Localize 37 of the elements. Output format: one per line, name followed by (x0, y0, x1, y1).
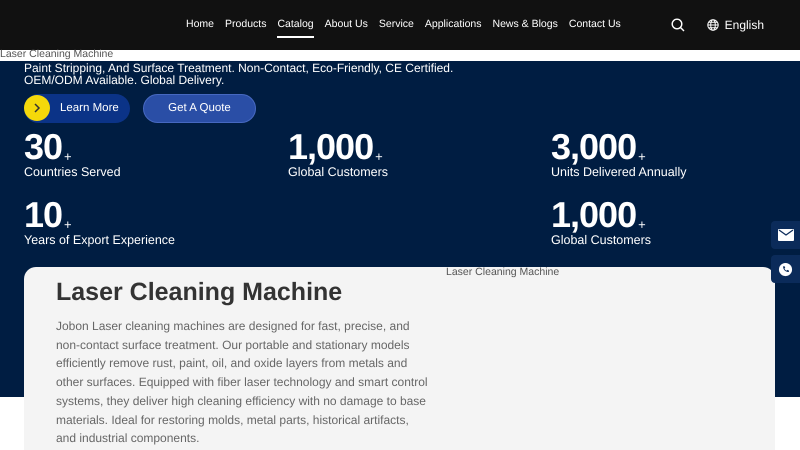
nav-link[interactable]: Contact Us (568, 17, 621, 38)
stat-label: Countries Served (24, 165, 121, 180)
stat-suffix: + (375, 150, 383, 163)
stat-suffix: + (64, 218, 72, 231)
nav-link[interactable]: Home (186, 17, 214, 38)
stat-label: Years of Export Experience (24, 233, 176, 248)
nav-link[interactable]: About Us (324, 17, 368, 38)
nav-link[interactable]: Service (378, 17, 414, 38)
card-description: Jobon Laser cleaning machines are designed for fast, precise, and non-contact surface treatment. Our portable and stationary models efficiently remove rust, paint, oil, and oxide layers from metals and other surfaces. Equipped with fiber laser technology and smart control systems, they deliver high cleaning efficiency with no damage to base materials. Ideal for restoring molds, metal parts, historical artifacts, and industrial components. (56, 318, 428, 448)
mail-button[interactable] (771, 221, 800, 249)
quote-button[interactable]: Get A Quote (143, 94, 256, 123)
globe-icon[interactable] (706, 19, 719, 31)
image-alt-text: Laser Cleaning Machine (0, 48, 114, 61)
stat-value: 1,000 (551, 197, 636, 233)
mail-icon (778, 229, 794, 241)
card-title: Laser Cleaning Machine (56, 277, 344, 308)
search-icon[interactable] (670, 18, 685, 32)
stat-suffix: + (64, 150, 72, 163)
stat-value: 30 (24, 129, 62, 165)
learn-more-button[interactable]: Learn More (24, 94, 130, 123)
phone-icon (778, 262, 793, 276)
stat-value: 3,000 (551, 129, 636, 165)
nav-link[interactable]: Applications (424, 17, 482, 38)
stat-suffix: + (638, 150, 646, 163)
stat-value: 10 (24, 197, 62, 233)
language-selector[interactable]: English (724, 16, 764, 34)
nav-link[interactable]: News & Blogs (492, 17, 558, 38)
hero-text: Paint Stripping, And Surface Treatment. Non-Contact, Eco-Friendly, CE Certified. OEM/ODM Available. Global Delivery. (24, 62, 454, 86)
whatsapp-button[interactable] (771, 255, 800, 283)
nav-link[interactable]: Catalog (277, 17, 314, 38)
stat-label: Units Delivered Annually (551, 165, 686, 180)
image-alt-text: Laser Cleaning Machine (446, 265, 560, 279)
stat-value: 1,000 (288, 129, 374, 165)
stat-label: Global Customers (551, 233, 652, 248)
nav-link[interactable]: Products (225, 17, 266, 38)
stat-label: Global Customers (288, 165, 388, 180)
stat-suffix: + (638, 218, 646, 231)
